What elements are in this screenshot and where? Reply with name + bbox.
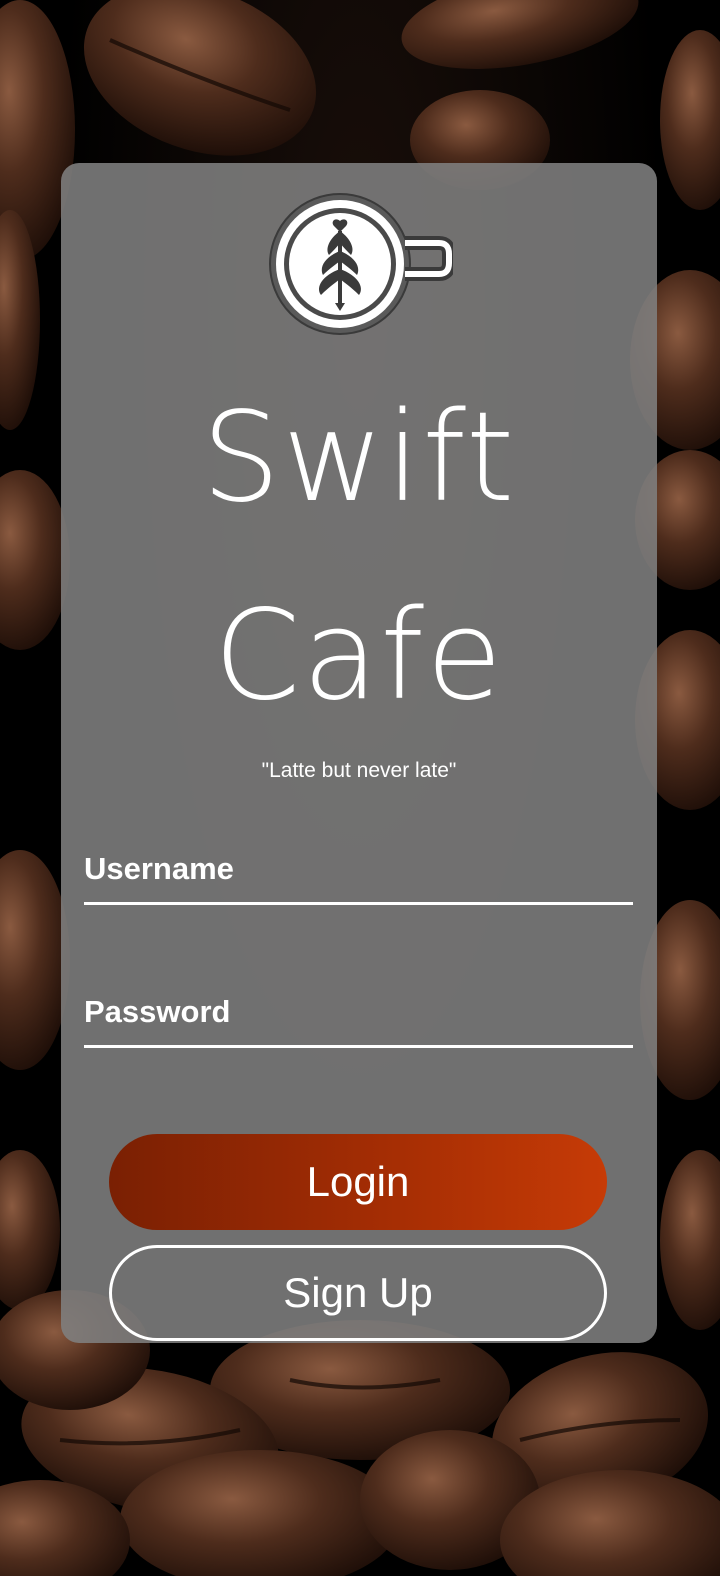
- tagline: "Latte but never late": [261, 759, 457, 782]
- username-underline: [84, 902, 633, 905]
- login-button-label: Login: [306, 1158, 410, 1205]
- signup-button-label: Sign Up: [283, 1269, 433, 1316]
- app-title-line-1: Swift: [201, 386, 517, 530]
- password-input[interactable]: [84, 982, 633, 1042]
- signup-button[interactable]: Sign Up: [109, 1245, 607, 1341]
- app-title-line-2: Cafe: [213, 584, 505, 728]
- login-screen: Swift Cafe "Latte but never late" Login …: [0, 0, 720, 1576]
- latte-art-cup-icon: [269, 193, 453, 335]
- username-field-group: [84, 839, 633, 905]
- login-button[interactable]: Login: [109, 1134, 607, 1230]
- password-field-group: [84, 982, 633, 1048]
- login-card: Swift Cafe "Latte but never late" Login …: [61, 163, 657, 1343]
- password-underline: [84, 1045, 633, 1048]
- username-input[interactable]: [84, 839, 633, 899]
